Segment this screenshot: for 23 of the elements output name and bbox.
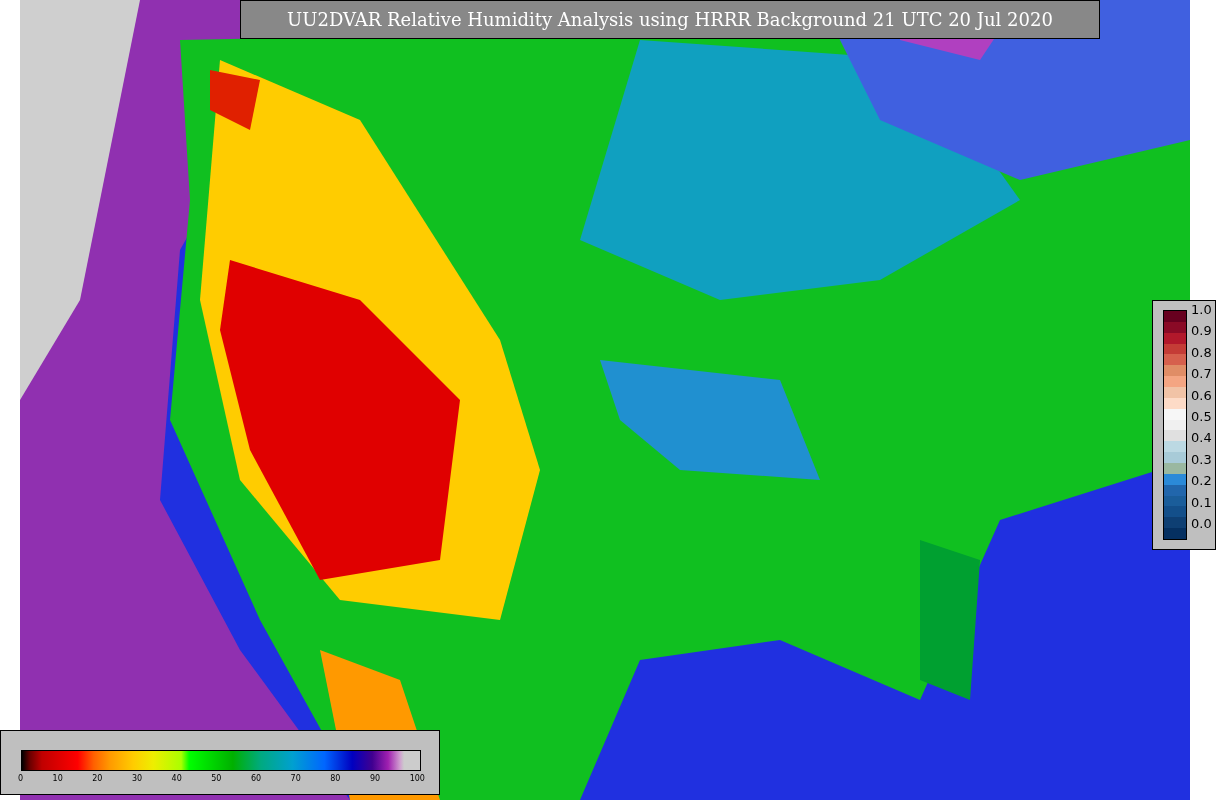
colorbar-tick-label: 30: [131, 774, 143, 783]
colorbar-tick-label: 0.3: [1191, 451, 1212, 468]
colorbar-tick-label: 0.8: [1191, 344, 1212, 361]
colorbar-tick-label: 0.2: [1191, 473, 1212, 490]
colorbar-tick-label: 60: [250, 774, 262, 783]
colorbar-tick-label: 40: [171, 774, 182, 783]
colorbar-tick-label: 0: [18, 774, 24, 783]
colorbar-tick-label: 1.0: [1191, 302, 1212, 318]
colorbar-tick-label: 0.9: [1191, 323, 1212, 340]
colorbar-tick-label: 100: [409, 774, 425, 783]
colorbar-tick-label: 0.0: [1191, 515, 1212, 532]
map-title: UU2DVAR Relative Humidity Analysis using HRRR Background 21 UTC 20 Jul 2020: [240, 0, 1100, 39]
colorbar-tick-label: 80: [330, 774, 341, 783]
colorbar-tick-label: 10: [52, 774, 63, 783]
colorbar-tick-label: 0.7: [1191, 366, 1212, 383]
colorbar-tick-label: 90: [369, 774, 381, 783]
colorbar-tick-label: 0.5: [1191, 408, 1212, 425]
colorbar-tick-label: 50: [211, 774, 222, 783]
colorbar-tick-label: 20: [92, 774, 103, 783]
colorbar-tick-label: 0.1: [1191, 494, 1212, 511]
colorbar-tick-label: 0.4: [1191, 430, 1212, 447]
colorbar-tick-label: 70: [290, 774, 301, 783]
colorbar-tick-label: 0.6: [1191, 387, 1212, 404]
